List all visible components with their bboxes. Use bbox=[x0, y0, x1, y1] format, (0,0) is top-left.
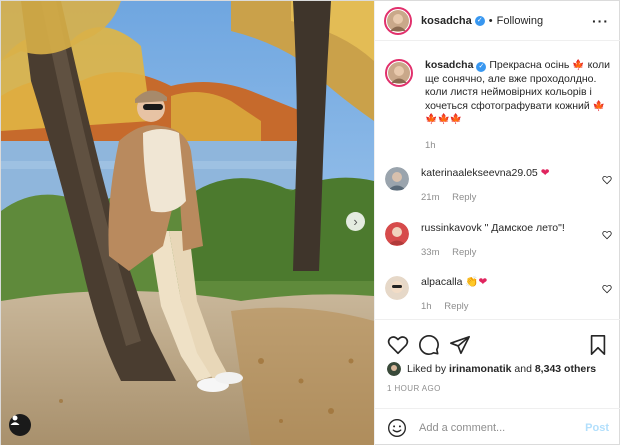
bookmark-icon[interactable] bbox=[587, 334, 609, 356]
liker-avatar[interactable] bbox=[387, 362, 401, 376]
caption-timestamp: 1h bbox=[425, 139, 436, 151]
verified-badge-icon: ✓ bbox=[476, 62, 487, 72]
comment-time: 21m bbox=[421, 192, 440, 203]
verified-badge-icon: ✓ bbox=[474, 15, 485, 26]
comment-meta: 21m Reply bbox=[421, 191, 611, 204]
comment-item: katerinaalekseevna29.05 ❤ 21m Reply bbox=[375, 167, 620, 204]
emoji-smiley-icon[interactable] bbox=[387, 418, 407, 438]
following-button[interactable]: Following bbox=[497, 15, 543, 27]
caption-text: Прекрасна осінь bbox=[489, 59, 570, 71]
comment-bubble-icon[interactable] bbox=[418, 334, 440, 356]
like-comment-heart-icon[interactable] bbox=[602, 175, 612, 185]
heart-emoji-icon: ❤ bbox=[540, 167, 550, 179]
comment-body: russinkavovk " Дамское лето"! 33m Reply bbox=[421, 222, 611, 259]
post-caption: kosadcha ✓ Прекрасна осінь 🍁 коли ще соня… bbox=[375, 42, 620, 152]
comment-item: alpacalla 👏❤ 1h Reply bbox=[375, 276, 620, 313]
comment-composer: Post bbox=[375, 408, 620, 445]
comment-username[interactable]: katerinaalekseevna29.05 bbox=[421, 167, 538, 179]
next-photo-button[interactable]: › bbox=[346, 212, 365, 231]
comment-input[interactable] bbox=[419, 421, 586, 434]
comment-meta: 33m Reply bbox=[421, 246, 611, 259]
likes-prefix: Liked by bbox=[407, 363, 447, 375]
post-comment-button[interactable]: Post bbox=[585, 422, 609, 434]
reply-button[interactable]: Reply bbox=[452, 192, 476, 203]
post-actions: Liked by irinamonatik and 8,343 others 1… bbox=[375, 319, 620, 419]
likes-count[interactable]: 8,343 others bbox=[535, 363, 596, 375]
action-icons bbox=[375, 320, 620, 360]
maple-leaf-icon: 🍁 bbox=[572, 60, 585, 71]
separator-dot: • bbox=[488, 14, 493, 27]
comment-body: alpacalla 👏❤ 1h Reply bbox=[421, 276, 611, 313]
comment-username[interactable]: russinkavovk bbox=[421, 222, 482, 234]
like-comment-heart-icon[interactable] bbox=[602, 284, 612, 294]
comments-list: kosadcha ✓ Прекрасна осінь 🍁 коли ще соня… bbox=[375, 42, 620, 319]
comment-time: 33m bbox=[421, 247, 440, 258]
person-icon bbox=[10, 415, 20, 425]
commenter-avatar[interactable] bbox=[385, 276, 409, 300]
caption-avatar[interactable] bbox=[385, 59, 413, 87]
more-options-icon[interactable]: ··· bbox=[592, 13, 609, 29]
post-photo[interactable]: › bbox=[1, 1, 374, 445]
likes-and: and bbox=[514, 363, 532, 375]
caption-username[interactable]: kosadcha bbox=[425, 59, 473, 71]
post-header: kosadcha ✓ • Following ··· bbox=[375, 1, 620, 41]
author-username[interactable]: kosadcha bbox=[421, 15, 472, 27]
reply-button[interactable]: Reply bbox=[452, 247, 476, 258]
commenter-avatar[interactable] bbox=[385, 167, 409, 191]
reply-button[interactable]: Reply bbox=[444, 301, 468, 312]
comment-body: katerinaalekseevna29.05 ❤ 21m Reply bbox=[421, 167, 611, 204]
comment-item: russinkavovk " Дамское лето"! 33m Reply bbox=[375, 222, 620, 259]
author-avatar[interactable] bbox=[384, 6, 412, 35]
like-comment-heart-icon[interactable] bbox=[602, 230, 612, 240]
clap-emoji-icon: 👏 bbox=[465, 276, 479, 288]
autumn-photo-illustration bbox=[1, 1, 374, 445]
caption-body: kosadcha ✓ Прекрасна осінь 🍁 коли ще соня… bbox=[425, 59, 611, 152]
commenter-avatar[interactable] bbox=[385, 222, 409, 246]
comment-meta: 1h Reply bbox=[421, 300, 611, 313]
tagged-users-button[interactable] bbox=[9, 414, 31, 436]
likes-summary: Liked by irinamonatik and 8,343 others bbox=[375, 362, 620, 376]
comment-time: 1h bbox=[421, 301, 432, 312]
share-paper-plane-icon[interactable] bbox=[449, 334, 471, 356]
like-heart-icon[interactable] bbox=[387, 334, 409, 356]
heart-emoji-icon: ❤ bbox=[478, 276, 488, 288]
liker-username[interactable]: irinamonatik bbox=[449, 363, 511, 375]
post-side-panel: kosadcha ✓ • Following ··· kosadcha ✓ Пре… bbox=[374, 1, 620, 445]
instagram-post-modal: › kosadcha ✓ • Following ··· kosadcha ✓ … bbox=[0, 0, 620, 445]
post-timestamp: 1 HOUR AGO bbox=[387, 384, 441, 393]
comment-username[interactable]: alpacalla bbox=[421, 276, 462, 288]
comment-text: " Дамское лето"! bbox=[484, 222, 565, 234]
